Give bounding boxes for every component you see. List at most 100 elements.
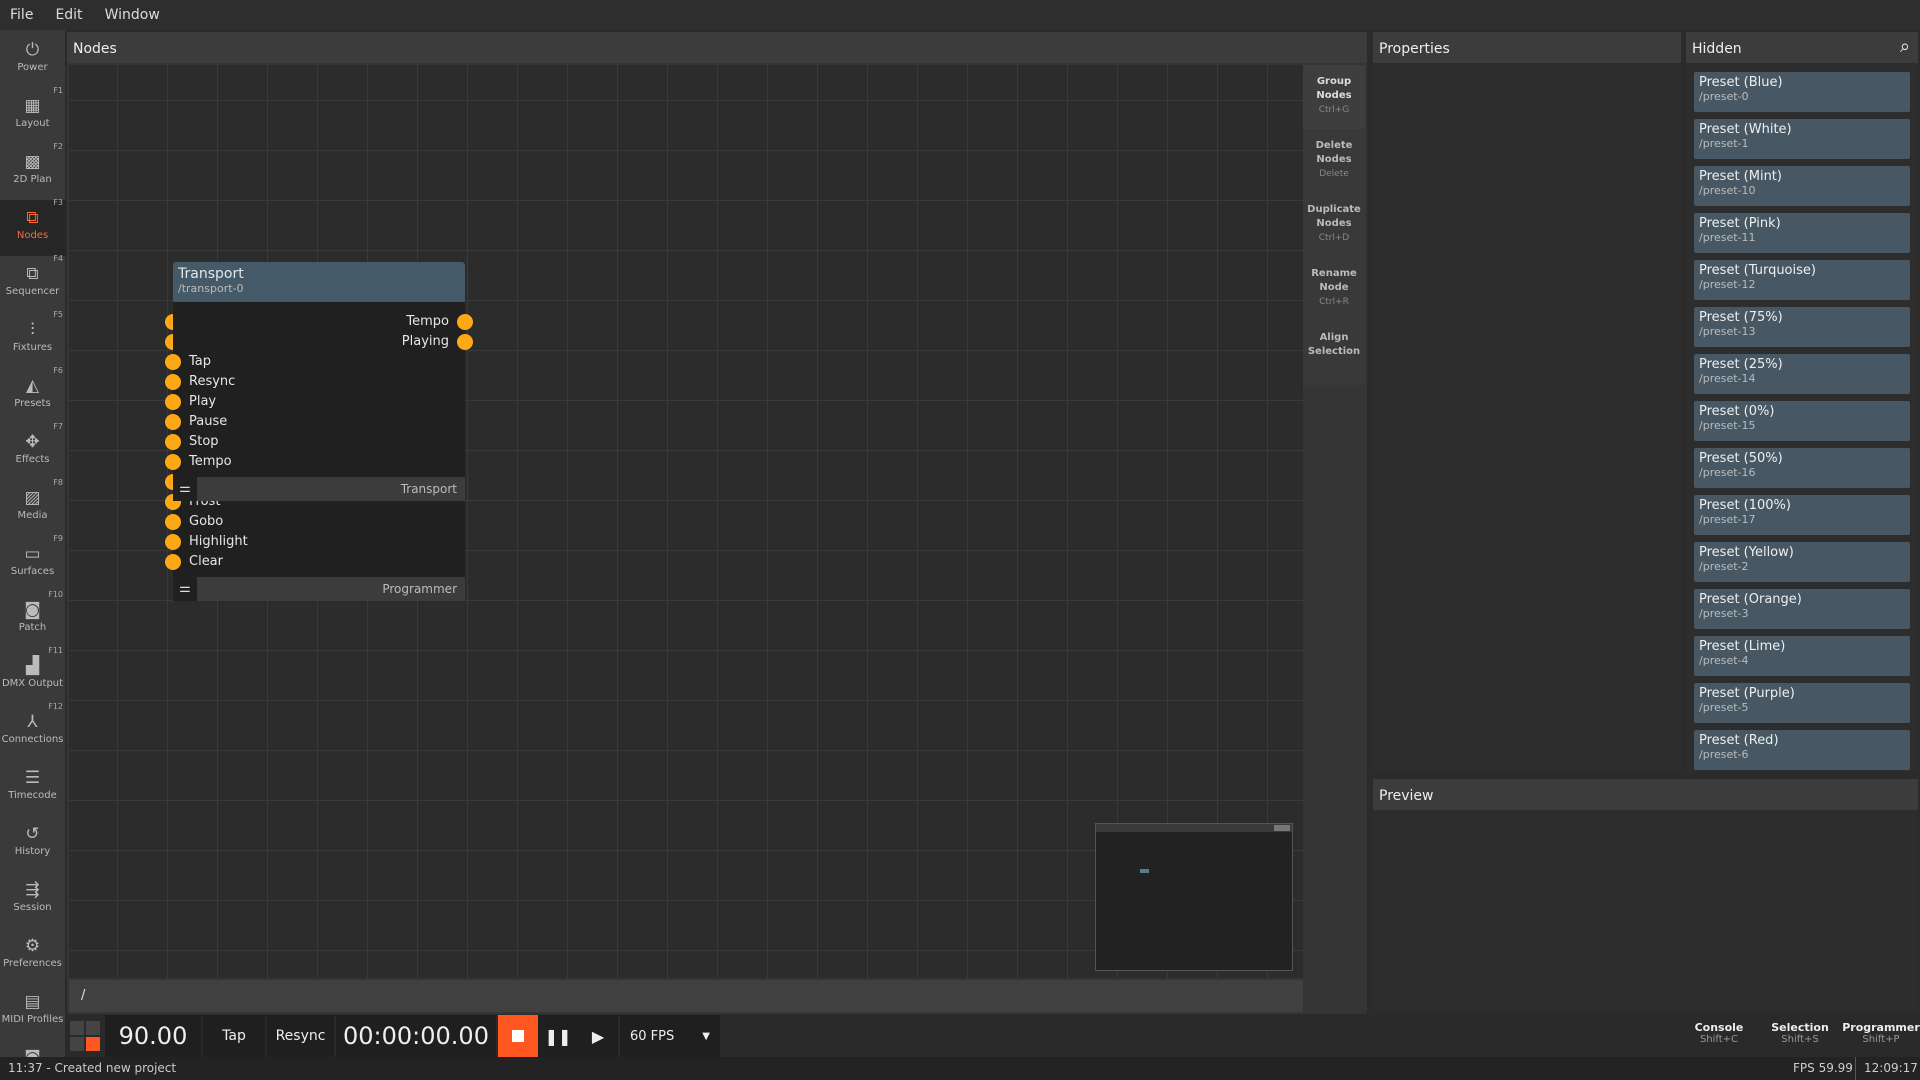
sidebar-item-connections[interactable]: ⅄ Connections F12 [0,702,65,760]
sidebar-item-session[interactable]: ⇶ Session [0,872,65,928]
sidebar-item-nodes[interactable]: ⧉ Nodes F3 [0,198,65,256]
hidden-list-item[interactable]: Preset (75%)/preset-13 [1694,307,1910,347]
minimap-viewport[interactable] [1140,869,1149,873]
port[interactable]: Resync [165,372,235,392]
port[interactable]: Tempo [165,452,232,472]
hidden-list-item[interactable]: Preset (100%)/preset-17 [1694,495,1910,535]
menu-edit[interactable]: Edit [55,7,82,23]
resync-button[interactable]: Resync [267,1015,334,1057]
port[interactable]: Highlight [165,532,248,552]
port-connector[interactable] [457,314,473,330]
port-connector[interactable] [165,514,181,530]
port[interactable]: Gobo [165,512,223,532]
menu-file[interactable]: File [10,7,33,23]
delete-nodes-button[interactable]: Delete Nodes Delete [1303,129,1365,193]
node-canvas[interactable]: Frost Gobo Highlight Clear ⚌ Programmer Tra… [69,65,1303,978]
hidden-list-item[interactable]: Preset (White)/preset-1 [1694,119,1910,159]
port-connector[interactable] [165,414,181,430]
search-icon[interactable]: ⌕ [1900,36,1910,57]
transport-node[interactable]: Transport /transport-0 Tempo Playing Tap Re… [165,262,473,501]
port[interactable]: Playing [402,332,473,352]
sidebar-item-dmx-output[interactable]: ▟ DMX Output F11 [0,646,65,704]
path-bar[interactable]: / [69,980,1303,1012]
hidden-list-item[interactable]: Preset (Lime)/preset-4 [1694,636,1910,676]
hidden-list-item[interactable]: Preset (25%)/preset-14 [1694,354,1910,394]
selection-toggle-button[interactable]: Selection Shift+S [1760,1021,1840,1045]
status-message: 11:37 - Created new project [8,1061,177,1075]
hidden-list-item[interactable]: Preset (Yellow)/preset-2 [1694,542,1910,582]
fps-select[interactable]: 60 FPS ▼ [620,1015,720,1057]
fps-value: 60 FPS [630,1028,675,1044]
item-path: /preset-11 [1699,231,1756,244]
sidebar-item-media[interactable]: ▨ Media F8 [0,478,65,536]
pause-button[interactable]: ❚❚ [538,1015,578,1057]
rename-node-button[interactable]: Rename Node Ctrl+R [1303,257,1365,321]
hidden-list-item[interactable]: Preset (Pink)/preset-11 [1694,213,1910,253]
group-nodes-button[interactable]: Group Nodes Ctrl+G [1303,65,1365,129]
sidebar-item-history[interactable]: ↺ History [0,816,65,872]
hidden-list-item[interactable]: Preset (0%)/preset-15 [1694,401,1910,441]
item-path: /preset-15 [1699,419,1756,432]
port-connector[interactable] [165,434,181,450]
hidden-list-item[interactable]: Preset (Turquoise)/preset-12 [1694,260,1910,300]
shortcut-key: F7 [53,422,63,431]
sidebar-item-power[interactable]: ⏻ Power [0,32,65,88]
transport-node-header[interactable]: Transport /transport-0 [173,262,465,302]
hidden-list-item[interactable]: Preset (Mint)/preset-10 [1694,166,1910,206]
sidebar-item-midi-profiles[interactable]: ▤ MIDI Profiles [0,984,65,1040]
sidebar-item-effects[interactable]: ✥ Effects F7 [0,422,65,480]
port[interactable]: Clear [165,552,223,572]
port[interactable]: Play [165,392,216,412]
transport-node-footer[interactable]: ⚌ Transport [173,477,465,501]
programmer-toggle-button[interactable]: Programmer Shift+P [1841,1021,1920,1045]
port-connector[interactable] [165,354,181,370]
shortcut-key: F9 [53,534,63,543]
tap-button[interactable]: Tap [203,1015,265,1057]
stop-button[interactable] [498,1015,538,1057]
port-connector[interactable] [165,394,181,410]
port-connector[interactable] [165,374,181,390]
sidebar-item-preferences[interactable]: ⚙ Preferences [0,928,65,984]
port[interactable]: Tempo [406,312,473,332]
sidebar-item-patch[interactable]: ◙ Patch F10 [0,590,65,648]
sidebar-item-surfaces[interactable]: ▭ Surfaces F9 [0,534,65,592]
sidebar-item-2d-plan[interactable]: ▩ 2D Plan F2 [0,142,65,200]
menu-window[interactable]: Window [105,7,160,23]
port[interactable]: Pause [165,412,227,432]
item-name: Preset (Purple) [1699,686,1795,701]
programmer-node-footer[interactable]: ⚌ Programmer [173,577,465,601]
shortcut-key: F1 [53,86,63,95]
settings-sliders-icon[interactable]: ⚌ [173,577,197,601]
hidden-list-item[interactable]: Preset (Blue)/preset-0 [1694,72,1910,112]
port-connector[interactable] [165,454,181,470]
port[interactable]: Tap [165,352,211,372]
shortcut-key: F3 [53,198,63,207]
duplicate-nodes-button[interactable]: Duplicate Nodes Ctrl+D [1303,193,1365,257]
hidden-list-item[interactable]: Preset (Orange)/preset-3 [1694,589,1910,629]
hidden-list-item[interactable]: Preset (Purple)/preset-5 [1694,683,1910,723]
sidebar-item-label: Power [17,62,48,73]
tool-shortcut: Ctrl+R [1319,297,1349,307]
bpm-display[interactable]: 90.00 [105,1015,201,1057]
item-name: Preset (75%) [1699,310,1783,325]
port-connector[interactable] [457,334,473,350]
sidebar-item-timecode[interactable]: ☰ Timecode [0,760,65,816]
port-connector[interactable] [165,534,181,550]
hidden-list-item[interactable]: Preset (50%)/preset-16 [1694,448,1910,488]
sidebar-item-fixtures[interactable]: ⫶ Fixtures F5 [0,310,65,368]
sidebar-item-presets[interactable]: ◭ Presets F6 [0,366,65,424]
sidebar-item-extra[interactable]: ◙ [0,1040,65,1057]
minimap[interactable] [1095,823,1293,971]
sequencer-icon: ⧉ [26,264,39,284]
button-label: Programmer [1842,1021,1920,1034]
settings-sliders-icon[interactable]: ⚌ [173,477,197,501]
play-button[interactable]: ▶ [578,1015,618,1057]
port-connector[interactable] [165,554,181,570]
hidden-list-item[interactable]: Preset (Red)/preset-6 [1694,730,1910,770]
sidebar-item-sequencer[interactable]: ⧉ Sequencer F4 [0,254,65,312]
align-selection-button[interactable]: Align Selection [1303,321,1365,385]
minimap-handle[interactable] [1274,825,1290,831]
sidebar-item-layout[interactable]: ▦ Layout F1 [0,86,65,144]
port[interactable]: Stop [165,432,219,452]
console-toggle-button[interactable]: Console Shift+C [1679,1021,1759,1045]
